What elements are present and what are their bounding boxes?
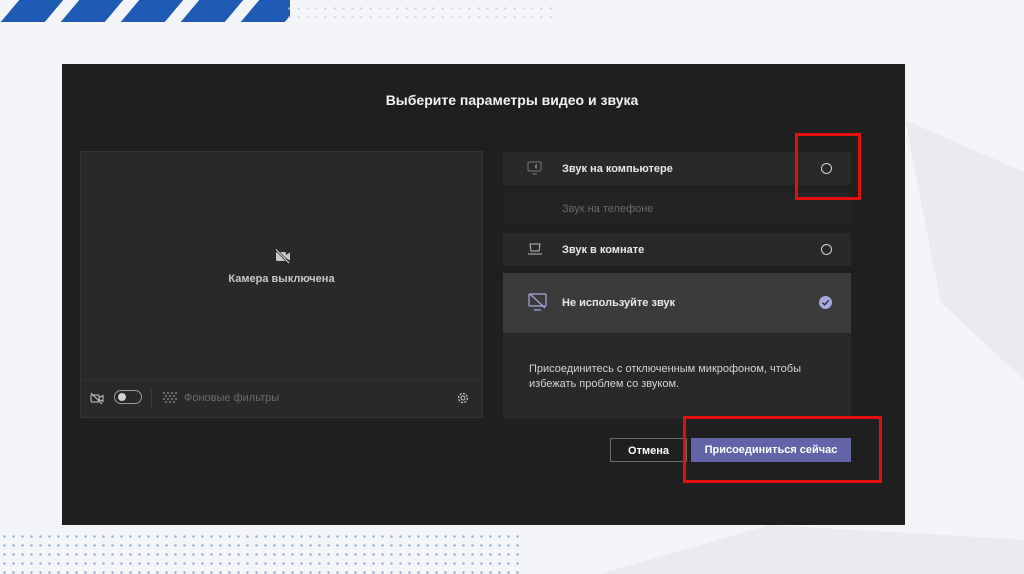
toolbar-divider — [151, 389, 152, 409]
audio-option-no-audio[interactable]: Не используйте звук — [503, 273, 851, 333]
audio-option-label: Звук на компьютере — [562, 163, 673, 175]
background-filters-icon — [163, 392, 177, 403]
checkmark-icon — [822, 299, 830, 306]
room-audio-icon — [528, 243, 542, 255]
no-audio-info-panel: Присоединитесь с отключенным микрофоном,… — [503, 333, 851, 419]
slide-polygon — [905, 120, 1024, 380]
camera-status-text: Камера выключена — [228, 273, 335, 285]
video-off-icon — [90, 392, 104, 405]
no-audio-info-text: Присоединитесь с отключенным микрофоном,… — [529, 363, 802, 390]
camera-off-icon — [275, 248, 290, 264]
radio-room-audio[interactable] — [821, 244, 832, 255]
audio-option-label: Звук в комнате — [562, 244, 645, 256]
gear-icon[interactable] — [456, 391, 470, 405]
audio-option-room[interactable]: Звук в комнате — [503, 233, 851, 266]
audio-option-label: Звук на телефоне — [562, 203, 654, 215]
toggle-knob — [118, 393, 126, 401]
highlight-box-join — [683, 416, 882, 483]
background-filters-button[interactable]: Фоновые фильтры — [184, 392, 279, 404]
selected-check-icon[interactable] — [819, 296, 832, 309]
cancel-button[interactable]: Отмена — [610, 438, 687, 462]
camera-toggle[interactable] — [114, 390, 142, 404]
slide-dots-top — [285, 4, 555, 18]
audio-option-label: Не используйте звук — [562, 297, 676, 309]
dialog-title: Выберите параметры видео и звука — [385, 92, 639, 108]
no-audio-icon — [528, 293, 547, 311]
camera-preview: Камера выключена Фоновые фильтры — [80, 151, 483, 418]
computer-audio-icon — [527, 161, 542, 175]
slide-dots-bottom — [0, 532, 520, 574]
preview-toolbar: Фоновые фильтры — [81, 380, 482, 417]
highlight-box-radio — [795, 133, 861, 200]
slide-polygon — [600, 525, 1024, 574]
slide-stripes — [0, 0, 290, 22]
